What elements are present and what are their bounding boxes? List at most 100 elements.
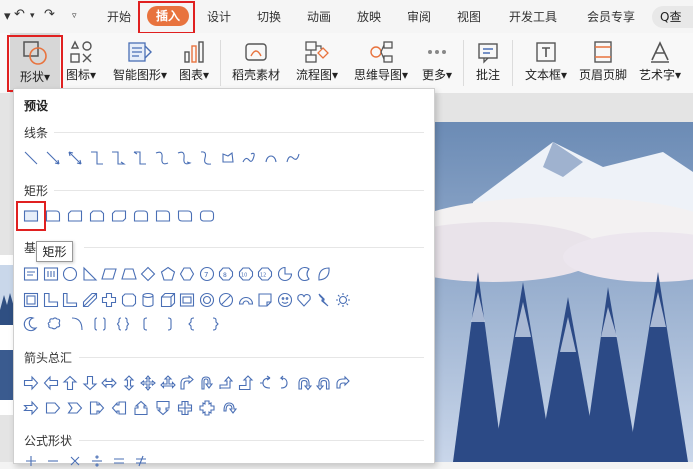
arrow-shape-icon[interactable]: [121, 375, 137, 391]
formula-shape-icon[interactable]: [111, 453, 127, 469]
basic-shape-icon[interactable]: [140, 266, 156, 282]
arrow-shape-icon[interactable]: [101, 375, 117, 391]
flowchart-button[interactable]: 流程图▾: [292, 33, 342, 93]
basic-shape-icon[interactable]: [316, 266, 332, 282]
rounded-rectangle-icon[interactable]: [133, 208, 149, 224]
freeform-scribble-icon[interactable]: [285, 150, 301, 166]
more-button[interactable]: 更多▾: [418, 33, 456, 93]
basic-shape-icon[interactable]: [101, 292, 117, 308]
basic-shape-icon[interactable]: 10: [238, 266, 254, 282]
tab-review[interactable]: 审阅: [407, 10, 431, 24]
basic-shape-icon[interactable]: [23, 292, 39, 308]
line-shape-icon[interactable]: [220, 150, 236, 166]
slide-image-snowy-mountain[interactable]: [433, 122, 693, 462]
arrow-shape-icon[interactable]: [315, 375, 332, 391]
line-shape-icon[interactable]: [154, 150, 170, 166]
search-box[interactable]: Q查: [652, 6, 693, 28]
rounded-rectangle-icon[interactable]: [67, 208, 83, 224]
arrow-shape-icon[interactable]: [43, 375, 59, 391]
formula-shape-icon[interactable]: [89, 453, 105, 469]
arrow-shape-icon[interactable]: [82, 375, 98, 391]
arrow-shape-icon[interactable]: [199, 375, 215, 391]
tab-animation[interactable]: 动画: [307, 10, 331, 24]
basic-shape-icon[interactable]: [23, 316, 39, 332]
quick-access-overflow-icon[interactable]: ▾: [4, 9, 11, 24]
tab-slideshow[interactable]: 放映: [357, 10, 381, 24]
basic-shape-icon[interactable]: [218, 292, 234, 308]
undo-icon[interactable]: ↶: [14, 7, 25, 22]
rounded-rectangle-icon[interactable]: [89, 208, 105, 224]
basic-shape-icon[interactable]: [296, 266, 312, 282]
arrow-shape-icon[interactable]: [277, 375, 293, 391]
arrow-shape-icon[interactable]: [257, 375, 273, 391]
arrow-shape-icon[interactable]: [45, 400, 61, 416]
basic-shape-icon[interactable]: 8: [218, 266, 234, 282]
arrow-shape-icon[interactable]: [155, 400, 171, 416]
arrow-shape-icon[interactable]: [199, 400, 215, 416]
arrow-shape-icon[interactable]: [335, 375, 351, 391]
basic-shape-icon[interactable]: [335, 292, 351, 308]
chart-button[interactable]: 图表▾: [174, 33, 214, 93]
rounded-rectangle-icon[interactable]: [111, 208, 127, 224]
basic-shape-icon[interactable]: [62, 292, 78, 308]
basic-shape-icon[interactable]: [199, 292, 215, 308]
tab-transition[interactable]: 切换: [257, 10, 281, 24]
basic-shape-icon[interactable]: [184, 316, 200, 332]
formula-shape-icon[interactable]: [67, 453, 83, 469]
rectangle-shape-icon[interactable]: [23, 208, 39, 224]
comment-button[interactable]: 批注: [470, 33, 506, 93]
basic-shape-icon[interactable]: [179, 292, 195, 308]
basic-shape-icon[interactable]: [160, 292, 176, 308]
rounded-rectangle-icon[interactable]: [177, 208, 193, 224]
arrow-shape-icon[interactable]: [218, 375, 234, 391]
formula-shape-icon[interactable]: [45, 453, 61, 469]
tab-developer[interactable]: 开发工具: [509, 10, 557, 24]
slide-thumbnail[interactable]: [0, 255, 14, 415]
arrow-shape-icon[interactable]: [177, 400, 193, 416]
arrow-shape-icon[interactable]: [296, 375, 312, 391]
line-shape-icon[interactable]: [241, 150, 257, 166]
daoke-material-button[interactable]: 稻壳素材: [227, 33, 285, 93]
tab-home[interactable]: 开始: [107, 10, 131, 24]
basic-shape-icon[interactable]: [277, 292, 293, 308]
basic-shape-icon[interactable]: [43, 266, 59, 282]
icons-button[interactable]: 图标▾: [61, 33, 101, 93]
arrow-shape-icon[interactable]: [89, 400, 105, 416]
line-shape-icon[interactable]: [198, 150, 214, 166]
arrow-shape-icon[interactable]: [179, 375, 195, 391]
arrow-shape-icon[interactable]: [62, 375, 78, 391]
basic-shape-icon[interactable]: [138, 316, 154, 332]
line-shape-icon[interactable]: [132, 150, 148, 166]
rounded-rectangle-icon[interactable]: [155, 208, 171, 224]
basic-shape-icon[interactable]: [115, 316, 131, 332]
formula-shape-icon[interactable]: [133, 453, 149, 469]
mindmap-button[interactable]: 思维导图▾: [349, 33, 413, 93]
basic-shape-icon[interactable]: [161, 316, 177, 332]
line-shape-icon[interactable]: [110, 150, 126, 166]
tab-view[interactable]: 视图: [457, 10, 481, 24]
basic-shape-icon[interactable]: [62, 266, 78, 282]
rounded-rectangle-icon[interactable]: [199, 208, 215, 224]
arrow-shape-icon[interactable]: [221, 400, 237, 416]
undo-dropdown-icon[interactable]: ▾: [30, 11, 35, 21]
wordart-button[interactable]: 艺术字▾: [634, 33, 686, 93]
basic-shape-icon[interactable]: 7: [199, 266, 215, 282]
arrow-shape-icon[interactable]: [23, 400, 39, 416]
basic-shape-icon[interactable]: 12: [257, 266, 273, 282]
basic-shape-icon[interactable]: [238, 292, 254, 308]
line-shape-icon[interactable]: [263, 150, 279, 166]
tab-design[interactable]: 设计: [207, 10, 231, 24]
customize-toolbar-icon[interactable]: ▿: [72, 11, 77, 21]
basic-shape-icon[interactable]: [46, 316, 62, 332]
basic-shape-icon[interactable]: [101, 266, 117, 282]
basic-shape-icon[interactable]: [23, 266, 39, 282]
basic-shape-icon[interactable]: [121, 292, 137, 308]
basic-shape-icon[interactable]: [140, 292, 156, 308]
arrow-shape-icon[interactable]: [159, 375, 176, 391]
line-shape-icon[interactable]: [176, 150, 192, 166]
line-shape-icon[interactable]: [89, 150, 105, 166]
basic-shape-icon[interactable]: [82, 292, 98, 308]
basic-shape-icon[interactable]: [316, 292, 332, 308]
tab-member[interactable]: 会员专享: [587, 10, 635, 24]
arrow-shape-icon[interactable]: [140, 375, 156, 391]
